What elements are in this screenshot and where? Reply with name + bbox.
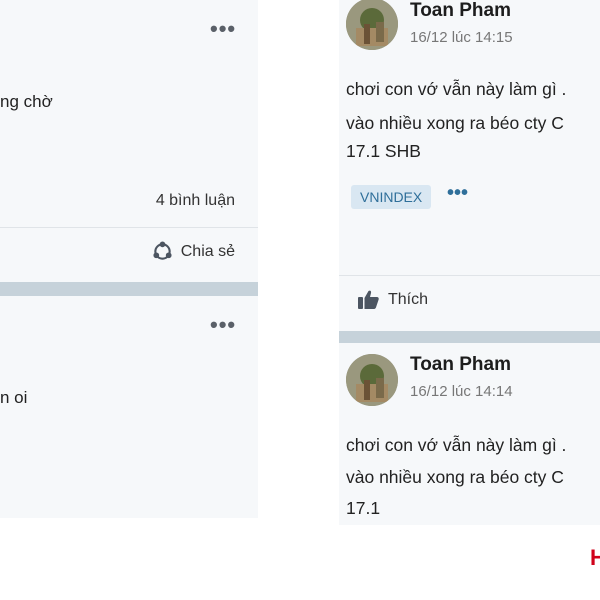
- left-post-card: ••• ng chờ 4 bình luận Chia sẻ: [0, 0, 258, 282]
- author-name[interactable]: Toan Pham: [410, 354, 511, 376]
- post-text-line: chơi con vớ vẫn này làm gì .: [346, 435, 567, 455]
- post-text-line: chơi con vớ vẫn này làm gì .: [346, 79, 567, 99]
- thumbs-up-icon: [358, 290, 379, 309]
- ticker-tag[interactable]: VNINDEX: [351, 185, 432, 209]
- post-card: Toan Pham 16/12 lúc 14:14 chơi con vớ vẫ…: [339, 343, 600, 525]
- post-timestamp[interactable]: 16/12 lúc 14:15: [410, 29, 513, 46]
- post-separator: [0, 282, 258, 296]
- post-text: ng chờ: [0, 92, 53, 111]
- share-icon: [153, 241, 172, 260]
- heading-fragment: H: [590, 545, 600, 570]
- like-label: Thích: [388, 290, 429, 308]
- more-tags-icon[interactable]: •••: [447, 183, 468, 203]
- left-feed: ••• ng chờ 4 bình luận Chia sẻ ••• n oi: [0, 0, 258, 518]
- right-feed: Toan Pham 16/12 lúc 14:15 chơi con vớ vẫ…: [339, 0, 600, 525]
- more-options-icon[interactable]: •••: [210, 314, 236, 336]
- avatar[interactable]: [346, 0, 398, 50]
- share-label: Chia sẻ: [180, 242, 235, 260]
- divider: [0, 227, 258, 228]
- share-button[interactable]: Chia sẻ: [152, 241, 235, 262]
- author-name[interactable]: Toan Pham: [410, 0, 511, 22]
- avatar[interactable]: [346, 354, 398, 406]
- left-post-card: ••• n oi: [0, 296, 258, 518]
- comment-count[interactable]: 4 bình luận: [156, 192, 235, 210]
- post-text-line: vào nhiều xong ra béo cty C: [346, 467, 564, 487]
- page: ••• ng chờ 4 bình luận Chia sẻ ••• n oi: [0, 0, 600, 600]
- post-timestamp[interactable]: 16/12 lúc 14:14: [410, 383, 513, 400]
- post-text-line: 17.1: [346, 498, 381, 518]
- more-options-icon[interactable]: •••: [210, 18, 236, 40]
- like-button[interactable]: Thích: [358, 290, 428, 309]
- post-text-line: 17.1 SHB: [346, 141, 421, 161]
- post-separator: [339, 331, 600, 343]
- divider: [339, 275, 600, 276]
- post-text: n oi: [0, 388, 28, 407]
- post-card: Toan Pham 16/12 lúc 14:15 chơi con vớ vẫ…: [339, 0, 600, 331]
